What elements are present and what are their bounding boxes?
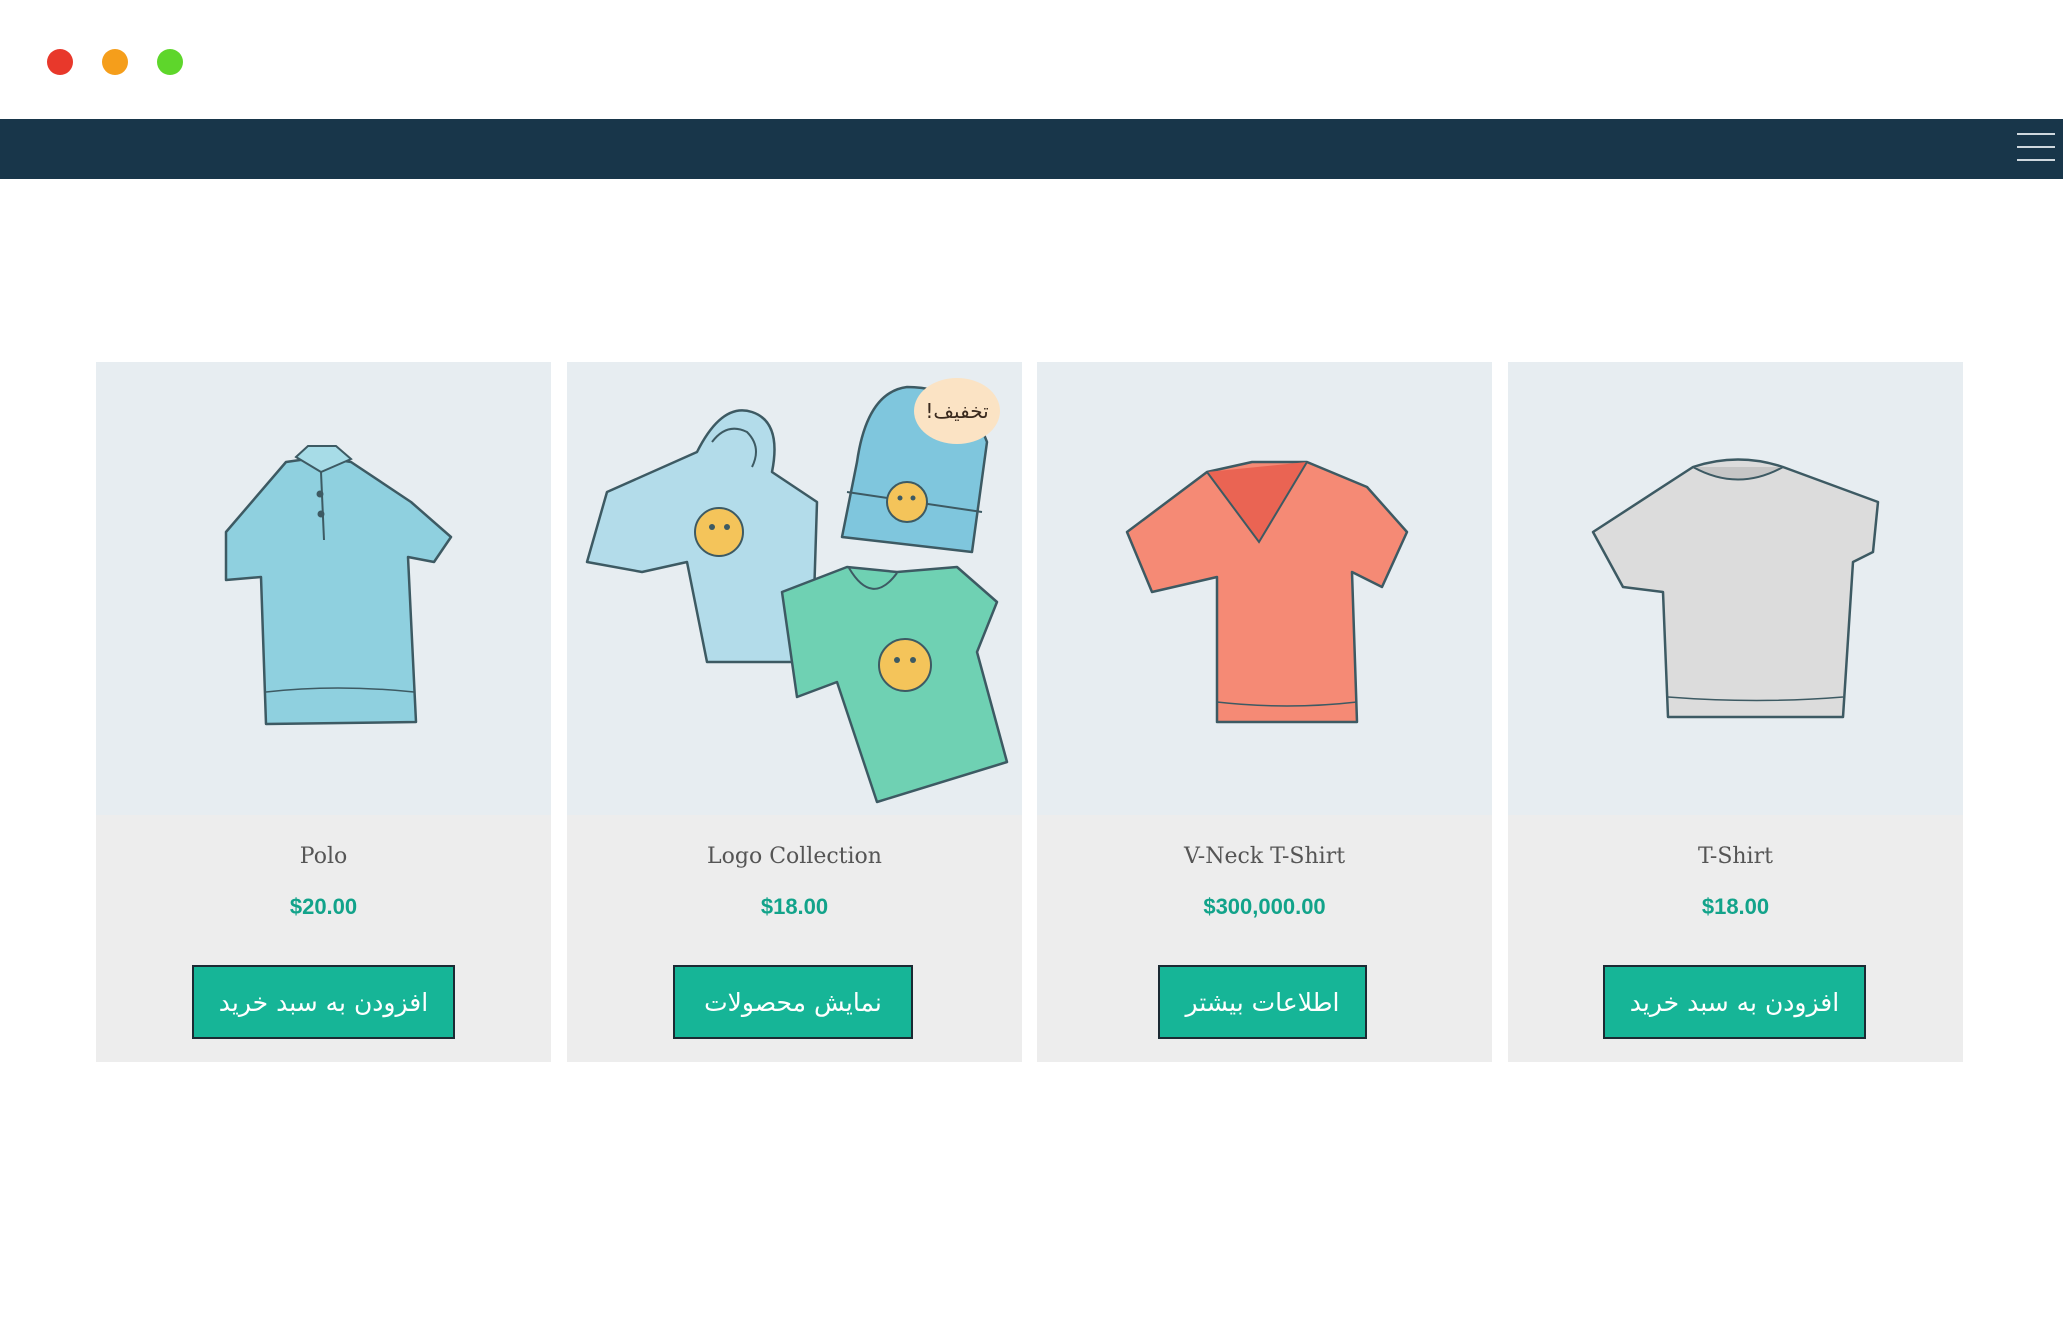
product-price: $300,000.00 bbox=[1203, 894, 1326, 919]
product-image-logo-collection[interactable]: تخفیف! bbox=[567, 362, 1022, 815]
tshirt-illustration bbox=[1591, 458, 1880, 719]
product-price: $18.00 bbox=[1701, 894, 1770, 919]
sale-badge: تخفیف! bbox=[914, 378, 1000, 444]
more-info-button[interactable]: اطلاعات بیشتر bbox=[1158, 965, 1367, 1039]
view-products-button[interactable]: نمایش محصولات bbox=[673, 965, 913, 1039]
product-name[interactable]: Logo Collection bbox=[567, 844, 1022, 869]
add-to-cart-button[interactable]: افزودن به سبد خرید bbox=[1603, 965, 1866, 1039]
product-card-logo-collection: تخفیف! Logo Collection $18.00 نمایش محصو… bbox=[567, 362, 1022, 1062]
product-card-tshirt: T-Shirt $18.00 افزودن به سبد خرید bbox=[1508, 362, 1963, 1062]
product-price: $18.00 bbox=[760, 894, 829, 919]
product-grid: Polo $20.00 افزودن به سبد خرید تخفیف! Lo… bbox=[96, 362, 1963, 1062]
browser-window: Polo $20.00 افزودن به سبد خرید تخفیف! Lo… bbox=[0, 0, 2063, 1342]
close-window-button[interactable] bbox=[47, 49, 73, 75]
vneck-tshirt-illustration bbox=[1125, 460, 1409, 724]
product-image-polo[interactable] bbox=[96, 362, 551, 815]
product-name[interactable]: Polo bbox=[96, 844, 551, 869]
product-card-polo: Polo $20.00 افزودن به سبد خرید bbox=[96, 362, 551, 1062]
title-bar bbox=[0, 0, 2063, 119]
product-image-tshirt[interactable] bbox=[1508, 362, 1963, 815]
polo-shirt-illustration bbox=[224, 445, 453, 726]
product-card-vneck-tshirt: V-Neck T-Shirt $300,000.00 اطلاعات بیشتر bbox=[1037, 362, 1492, 1062]
product-name[interactable]: V-Neck T-Shirt bbox=[1037, 844, 1492, 869]
site-navbar bbox=[0, 119, 2063, 179]
hamburger-menu-icon[interactable] bbox=[2017, 133, 2057, 163]
add-to-cart-button[interactable]: افزودن به سبد خرید bbox=[192, 965, 455, 1039]
product-image-vneck-tshirt[interactable] bbox=[1037, 362, 1492, 815]
product-price: $20.00 bbox=[289, 894, 358, 919]
product-name[interactable]: T-Shirt bbox=[1508, 844, 1963, 869]
maximize-window-button[interactable] bbox=[157, 49, 183, 75]
minimize-window-button[interactable] bbox=[102, 49, 128, 75]
